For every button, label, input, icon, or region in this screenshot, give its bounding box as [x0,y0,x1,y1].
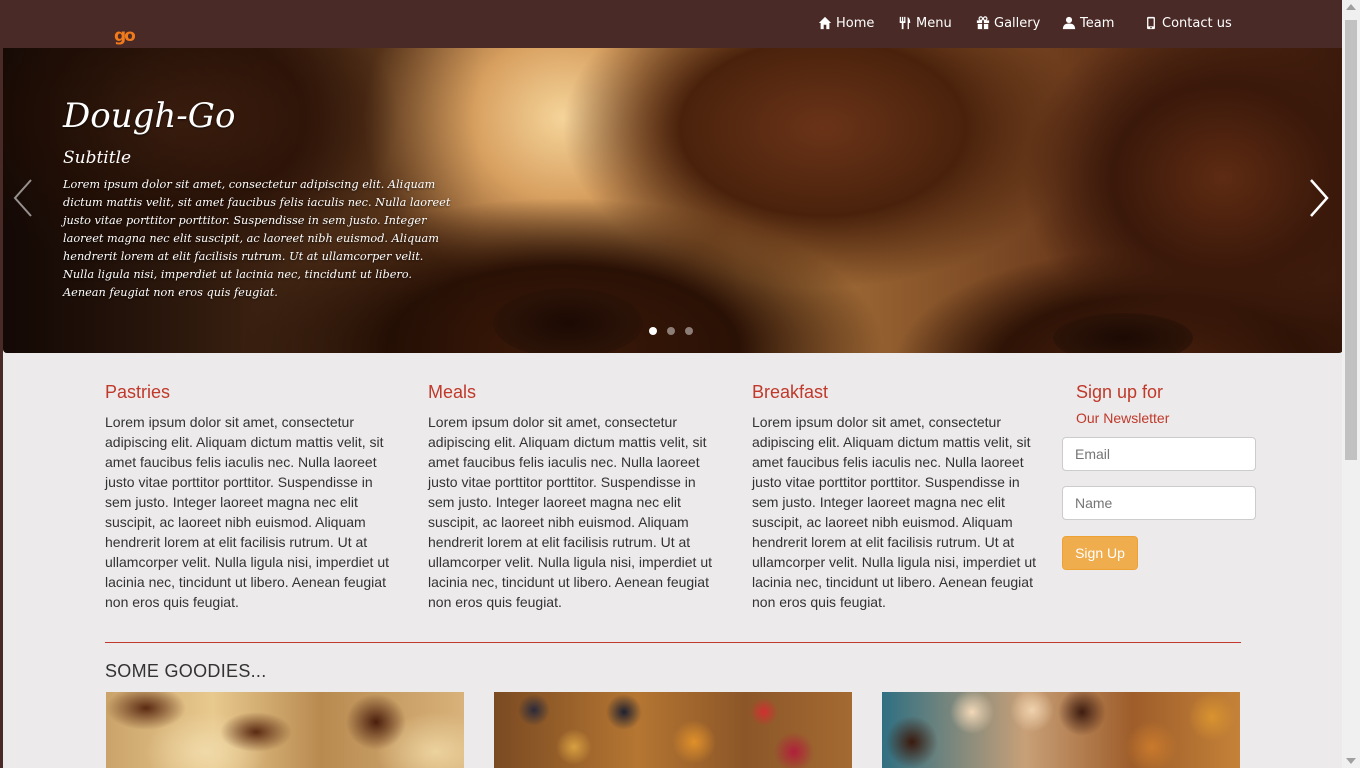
column-text: Lorem ipsum dolor sit amet, consectetur … [105,414,390,610]
user-icon [1062,16,1076,30]
carousel-indicators [649,327,693,335]
nav-home-label: Home [836,15,875,31]
newsletter-subtitle: Our Newsletter [1076,410,1170,426]
scroll-down-icon[interactable] [1346,758,1356,764]
nav-gallery[interactable]: Gallery [976,12,1040,34]
carousel-next-icon[interactable] [1309,178,1329,218]
hero-carousel: Dough-Go Subtitle Lorem ipsum dolor sit … [3,48,1343,353]
email-field[interactable] [1062,437,1256,471]
section-divider [105,642,1241,643]
nav-home[interactable]: Home [818,12,874,34]
column-title: Meals [428,382,477,402]
column-pastries: Pastries Lorem ipsum dolor sit amet, con… [105,380,397,612]
phone-icon [1147,16,1155,30]
carousel-dot[interactable] [649,327,657,335]
carousel-dot[interactable] [667,327,675,335]
column-meals: Meals Lorem ipsum dolor sit amet, consec… [428,380,720,612]
nav-contact-label: Contact us [1162,15,1232,31]
goodies-image-pastries[interactable] [106,692,464,768]
goodies-image-donuts[interactable] [882,692,1240,768]
goodies-title: SOME GOODIES... [105,661,267,681]
logo[interactable]: go [114,26,148,50]
name-field[interactable] [1062,486,1256,520]
column-text: Lorem ipsum dolor sit amet, consectetur … [752,414,1037,610]
column-title: Breakfast [752,382,829,402]
newsletter-title: Sign up for [1076,382,1164,402]
cutlery-icon [899,16,911,30]
navbar: go Home Menu Gallery Team Contact us [0,0,1342,48]
donut-hole [493,288,643,353]
nav-gallery-label: Gallery [994,15,1041,31]
nav-team[interactable]: Team [1062,12,1114,34]
sign-up-button[interactable]: Sign Up [1062,536,1138,570]
column-breakfast: Breakfast Lorem ipsum dolor sit amet, co… [752,380,1044,612]
nav-menu[interactable]: Menu [898,12,952,34]
nav-contact[interactable]: Contact us [1144,12,1232,34]
column-title: Pastries [105,382,171,402]
donut-hole [1053,313,1193,353]
nav-team-label: Team [1080,15,1115,31]
nav-menu-label: Menu [916,15,952,31]
hero-title: Dough-Go [63,96,236,136]
carousel-dot[interactable] [685,327,693,335]
page-scrollbar[interactable] [1342,0,1360,768]
column-text: Lorem ipsum dolor sit amet, consectetur … [428,414,713,610]
scroll-up-icon[interactable] [1346,4,1356,10]
carousel-prev-icon[interactable] [13,178,33,218]
scrollbar-thumb[interactable] [1345,20,1357,460]
hero-subtitle: Subtitle [63,148,132,168]
goodies-image-tarts[interactable] [494,692,852,768]
home-icon [818,16,832,30]
newsletter-form: Sign up for Our Newsletter Sign Up [1062,380,1256,570]
gift-icon [976,16,990,30]
hero-text: Lorem ipsum dolor sit amet, consectetur … [63,178,451,299]
